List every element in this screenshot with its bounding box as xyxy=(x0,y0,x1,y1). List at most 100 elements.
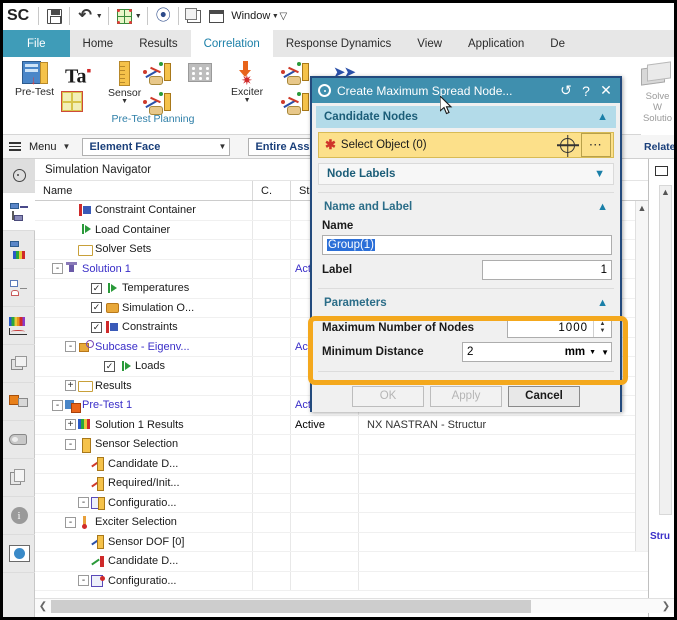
table-row[interactable]: + Solution 1 Results Active NX NASTRAN - St… xyxy=(35,415,648,435)
exciter-config-button[interactable] xyxy=(281,91,309,115)
navigator-vertical-scrollbar[interactable]: ▲ xyxy=(635,201,648,551)
max-nodes-input[interactable]: 1000 ▲ ▼ xyxy=(507,318,612,338)
scroll-left-icon[interactable]: ❮ xyxy=(35,601,51,612)
undo-icon[interactable]: ↶ xyxy=(74,6,96,27)
tab-file[interactable]: File xyxy=(3,30,70,57)
right-panel-scrollbar[interactable]: ▲ xyxy=(659,185,672,515)
label-input[interactable]: 1 xyxy=(482,260,612,280)
duplicate-window-icon[interactable] xyxy=(183,6,205,27)
min-distance-input[interactable]: 2 mm ▼ ▼ xyxy=(462,342,612,362)
table-row[interactable]: - Sensor Selection xyxy=(35,435,648,455)
collapse-toggle-icon[interactable]: - xyxy=(65,516,76,528)
select-target-icon[interactable] xyxy=(560,137,575,153)
scroll-up-icon[interactable]: ▲ xyxy=(660,186,671,197)
section-candidate-nodes[interactable]: Candidate Nodes ▲ xyxy=(316,106,616,128)
cancel-button[interactable]: Cancel xyxy=(508,385,580,407)
chevron-up-icon[interactable]: ▲ xyxy=(597,201,608,213)
exciter-button[interactable]: ✷ Exciter ▼ xyxy=(231,61,263,104)
tab-correlation[interactable]: Correlation xyxy=(190,30,273,57)
expand-toggle-icon[interactable]: + xyxy=(65,380,76,392)
more-options-button[interactable]: ⋯ xyxy=(581,133,611,157)
reset-icon[interactable]: ↺ xyxy=(556,82,576,99)
resource-bar-simulation-navigator[interactable] xyxy=(3,193,35,231)
collapse-toggle-icon[interactable]: - xyxy=(65,438,76,450)
solve-icon[interactable] xyxy=(641,61,674,89)
table-row[interactable]: Sensor DOF [0] xyxy=(35,532,648,552)
section-parameters[interactable]: Parameters ▲ xyxy=(316,292,616,314)
chevron-up-icon[interactable]: ▲ xyxy=(597,111,608,123)
scroll-up-icon[interactable]: ▲ xyxy=(636,201,648,213)
max-nodes-stepper[interactable]: ▲ ▼ xyxy=(593,319,611,337)
horizontal-scrollbar[interactable]: ❮ ❯ xyxy=(35,598,674,613)
sensor-button[interactable]: Sensor ▼ xyxy=(108,61,141,105)
help-icon[interactable]: ? xyxy=(576,83,596,99)
table-row[interactable]: - Configuratio... xyxy=(35,571,648,591)
collapse-toggle-icon[interactable]: - xyxy=(52,399,63,411)
ok-button[interactable]: OK xyxy=(352,385,424,407)
resource-bar-part-navigator[interactable] xyxy=(3,345,35,383)
paint-icon[interactable]: ⦿ xyxy=(152,6,174,27)
tab-application[interactable]: Application xyxy=(455,30,537,57)
column-header-name[interactable]: Name xyxy=(35,181,253,200)
unit-dropdown-caret[interactable]: ▼ xyxy=(585,349,601,356)
node-grid-button[interactable] xyxy=(188,63,212,82)
collapse-toggle-icon[interactable]: - xyxy=(78,575,89,587)
save-icon[interactable] xyxy=(43,6,65,27)
resource-bar-system-navigator[interactable] xyxy=(3,269,35,307)
toolbar-overflow-icon[interactable]: ▽ xyxy=(278,11,288,22)
measure-dropdown-caret[interactable]: ▼ xyxy=(601,348,609,357)
chevron-down-icon[interactable]: ▼ xyxy=(594,168,605,180)
resource-bar-xy-function-navigator[interactable] xyxy=(3,307,35,345)
scroll-thumb[interactable] xyxy=(51,599,531,613)
mesh-display-icon[interactable] xyxy=(113,6,135,27)
window-menu-label[interactable]: Window xyxy=(227,10,272,22)
tab-view[interactable]: View xyxy=(404,30,455,57)
collapse-toggle-icon[interactable]: - xyxy=(78,497,89,509)
menu-hamburger-icon[interactable] xyxy=(9,142,21,151)
sensor-config-button[interactable] xyxy=(143,91,171,115)
table-row[interactable]: - Exciter Selection xyxy=(35,513,648,533)
table-row[interactable]: Candidate D... xyxy=(35,454,648,474)
section-name-and-label[interactable]: Name and Label ▲ xyxy=(316,196,616,218)
chevron-down-icon[interactable]: ▼ xyxy=(219,142,227,151)
scroll-right-icon[interactable]: ❯ xyxy=(658,601,674,612)
pre-test-button[interactable]: ↓ Pre-Test xyxy=(15,61,54,98)
name-input[interactable]: Group(1) xyxy=(322,235,612,255)
collapse-toggle-icon[interactable]: - xyxy=(52,263,63,275)
menu-dropdown-caret[interactable]: ▼ xyxy=(63,142,71,151)
select-object-row[interactable]: ✱ Select Object (0) ⋯ xyxy=(318,132,614,158)
tree-node-checkbox[interactable]: ✓ xyxy=(91,321,102,333)
resource-bar-constraint-navigator[interactable] xyxy=(3,421,35,459)
text-annotation-button[interactable]: Ta▪ xyxy=(65,61,91,88)
node-labels-section[interactable]: Node Labels ▼ xyxy=(318,163,614,185)
window-icon[interactable] xyxy=(205,6,227,27)
resource-bar-web-browser[interactable] xyxy=(3,535,35,573)
table-row[interactable]: Required/Init... xyxy=(35,474,648,494)
tab-response-dynamics[interactable]: Response Dynamics xyxy=(273,30,404,57)
expand-toggle-icon[interactable]: + xyxy=(65,419,76,431)
apply-button[interactable]: Apply xyxy=(430,385,502,407)
resource-bar-info-icon[interactable]: i xyxy=(3,497,35,535)
close-icon[interactable]: ✕ xyxy=(596,82,616,99)
menu-label[interactable]: Menu xyxy=(29,141,57,153)
mesh-face-button[interactable] xyxy=(61,91,83,112)
tree-node-checkbox[interactable]: ✓ xyxy=(91,282,102,294)
dialog-title-bar[interactable]: Create Maximum Spread Node... ↺ ? ✕ xyxy=(312,78,620,103)
chevron-up-icon[interactable]: ▲ xyxy=(597,297,608,309)
resource-bar-post-processing-navigator[interactable] xyxy=(3,231,35,269)
tab-results[interactable]: Results xyxy=(126,30,190,57)
table-row[interactable]: - Configuratio... xyxy=(35,493,648,513)
resource-bar-settings[interactable] xyxy=(3,159,35,193)
tree-node-checkbox[interactable]: ✓ xyxy=(91,302,102,314)
tab-design[interactable]: De xyxy=(537,30,578,57)
collapse-toggle-icon[interactable]: - xyxy=(65,341,76,353)
sensor-dropdown-caret[interactable]: ▼ xyxy=(121,98,128,105)
resource-bar-assembly-navigator[interactable] xyxy=(3,383,35,421)
related-objects-label-cut[interactable]: Related xyxy=(641,135,674,159)
tab-home[interactable]: Home xyxy=(70,30,127,57)
sensor-placement-button[interactable] xyxy=(143,61,171,85)
selection-filter-combo[interactable]: Element Face ▼ xyxy=(82,137,231,156)
table-row[interactable]: Candidate D... xyxy=(35,552,648,572)
scroll-track[interactable] xyxy=(51,599,658,613)
panel-window-icon[interactable] xyxy=(649,159,674,183)
